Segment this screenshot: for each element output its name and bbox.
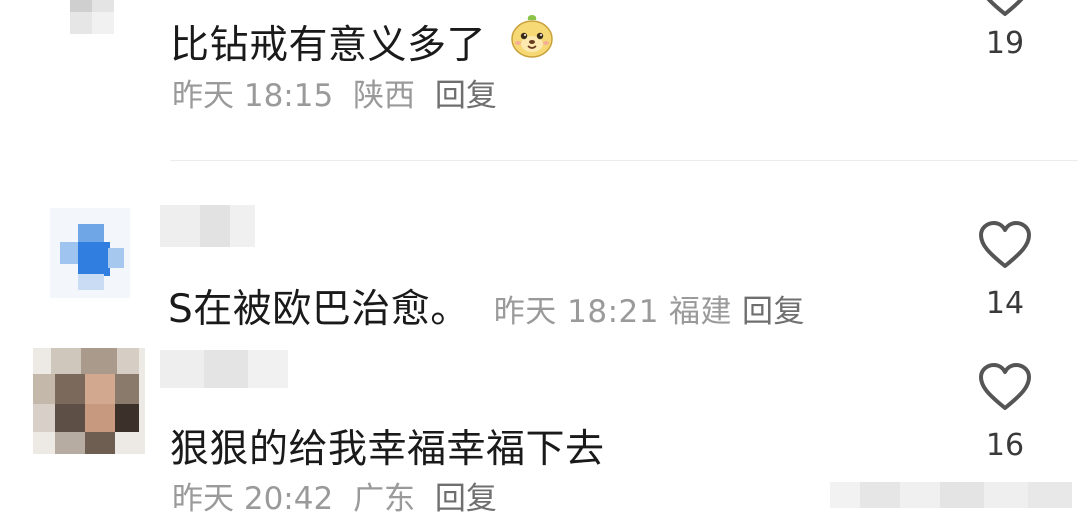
comment-location: 福建: [668, 294, 732, 330]
reply-button[interactable]: 回复: [435, 78, 497, 114]
username[interactable]: [160, 350, 288, 388]
yellow-creature-emoji-icon: [511, 15, 553, 58]
reply-button[interactable]: 回复: [435, 481, 497, 517]
comment-location: 陕西: [353, 78, 416, 114]
comment-text: 狠狠的给我幸福幸福下去: [170, 427, 605, 472]
comment-time: 昨天 20:42: [172, 481, 334, 517]
comment-text: S在被欧巴治愈。: [168, 287, 470, 332]
heart-outline-icon[interactable]: [977, 362, 1033, 412]
comment-meta: 昨天 20:42 广东 回复: [172, 473, 507, 518]
divider: [170, 160, 1078, 161]
comment-location: 广东: [353, 481, 416, 517]
avatar[interactable]: [50, 208, 130, 298]
like-count: 14: [985, 286, 1025, 321]
heart-outline-icon[interactable]: [977, 0, 1033, 18]
like-count: 16: [985, 428, 1025, 463]
comment-text: 比钻戒有意义多了: [170, 23, 487, 68]
comment-row: S在被欧巴治愈。 昨天 18:21 福建 回复: [168, 278, 815, 334]
username[interactable]: [160, 205, 255, 247]
reply-button[interactable]: 回复: [742, 294, 805, 330]
comment-meta: 昨天 18:15 陕西 回复: [172, 70, 507, 115]
watermark: [830, 478, 1078, 510]
comment-list: 比钻戒有意义多了 昨天 18:15 陕西 回复 19 S在被欧巴治愈。 昨天 1…: [0, 0, 1078, 520]
avatar[interactable]: [33, 348, 145, 454]
comment-time: 昨天 18:21: [493, 294, 659, 330]
heart-outline-icon[interactable]: [977, 220, 1033, 270]
like-count: 19: [985, 26, 1025, 61]
avatar[interactable]: [70, 0, 114, 34]
comment-time: 昨天 18:15: [172, 78, 334, 114]
comment-meta: 昨天 18:21 福建 回复: [494, 294, 815, 330]
